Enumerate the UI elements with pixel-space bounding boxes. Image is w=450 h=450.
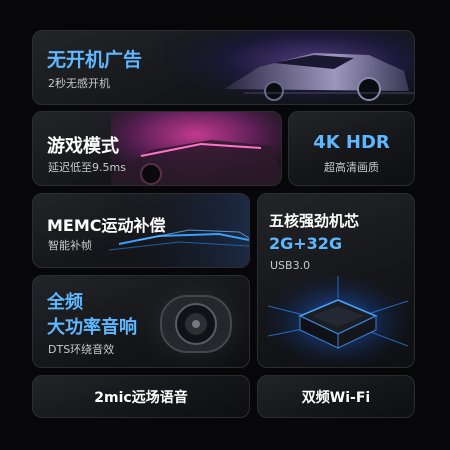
memc-title: MEMC运动补偿: [47, 216, 166, 235]
audio-subtitle: DTS环绕音效: [48, 343, 115, 356]
audio-title-line2: 大功率音响: [47, 317, 137, 338]
dual-band-wifi-label: 双频Wi-Fi: [301, 389, 371, 406]
memc-subtitle: 智能补帧: [48, 239, 92, 252]
far-field-mic-card: 2mic远场语音: [32, 375, 250, 418]
dual-band-wifi-card: 双频Wi-Fi: [257, 375, 415, 418]
hdr-card: 4K HDR 超高清画质: [288, 111, 415, 186]
far-field-mic-label: 2mic远场语音: [94, 389, 188, 406]
speaker-icon: [139, 276, 249, 367]
game-mode-card: 游戏模式 延迟低至9.5ms: [32, 111, 282, 186]
audio-title-line1: 全频: [47, 292, 83, 313]
cpu-title: 五核强劲机芯: [269, 212, 360, 230]
no-ads-title: 无开机广告: [47, 49, 143, 71]
cpu-card: 五核强劲机芯 2G+32G USB3.0: [257, 193, 415, 368]
game-mode-title: 游戏模式: [47, 136, 119, 157]
no-ads-subtitle: 2秒无感开机: [48, 77, 110, 90]
chip-icon: [268, 276, 408, 366]
racing-car-illustration: [111, 112, 281, 185]
game-mode-subtitle: 延迟低至9.5ms: [48, 161, 126, 174]
memc-card: MEMC运动补偿 智能补帧: [32, 193, 250, 268]
sports-car-illustration: [164, 31, 414, 104]
audio-card: 全频 大功率音响 DTS环绕音效: [32, 275, 250, 368]
no-ads-card: 无开机广告 2秒无感开机: [32, 30, 415, 105]
hdr-subtitle: 超高清画质: [324, 161, 379, 174]
cpu-usb-spec: USB3.0: [270, 259, 311, 272]
hdr-title: 4K HDR: [313, 132, 390, 153]
cpu-memory-spec: 2G+32G: [269, 234, 343, 253]
